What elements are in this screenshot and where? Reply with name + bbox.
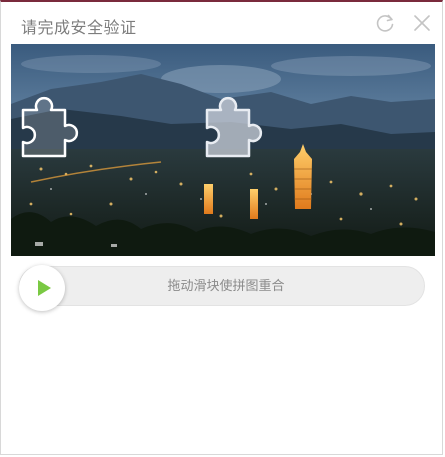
- captcha-image: [11, 44, 435, 256]
- dialog-header: 请完成安全验证: [1, 2, 445, 44]
- slider-track[interactable]: 拖动滑块使拼图重合: [19, 266, 425, 306]
- play-icon: [34, 278, 54, 298]
- slider-handle[interactable]: [19, 265, 65, 311]
- puzzle-piece-icon[interactable]: [19, 96, 89, 166]
- refresh-icon[interactable]: [374, 12, 396, 34]
- dialog-title: 请完成安全验证: [21, 20, 137, 37]
- slider-hint: 拖动滑块使拼图重合: [167, 278, 285, 293]
- captcha-dialog: 请完成安全验证 拖动滑块使拼图重合: [0, 0, 443, 455]
- puzzle-slot-icon: [203, 96, 273, 166]
- close-icon[interactable]: [411, 12, 433, 34]
